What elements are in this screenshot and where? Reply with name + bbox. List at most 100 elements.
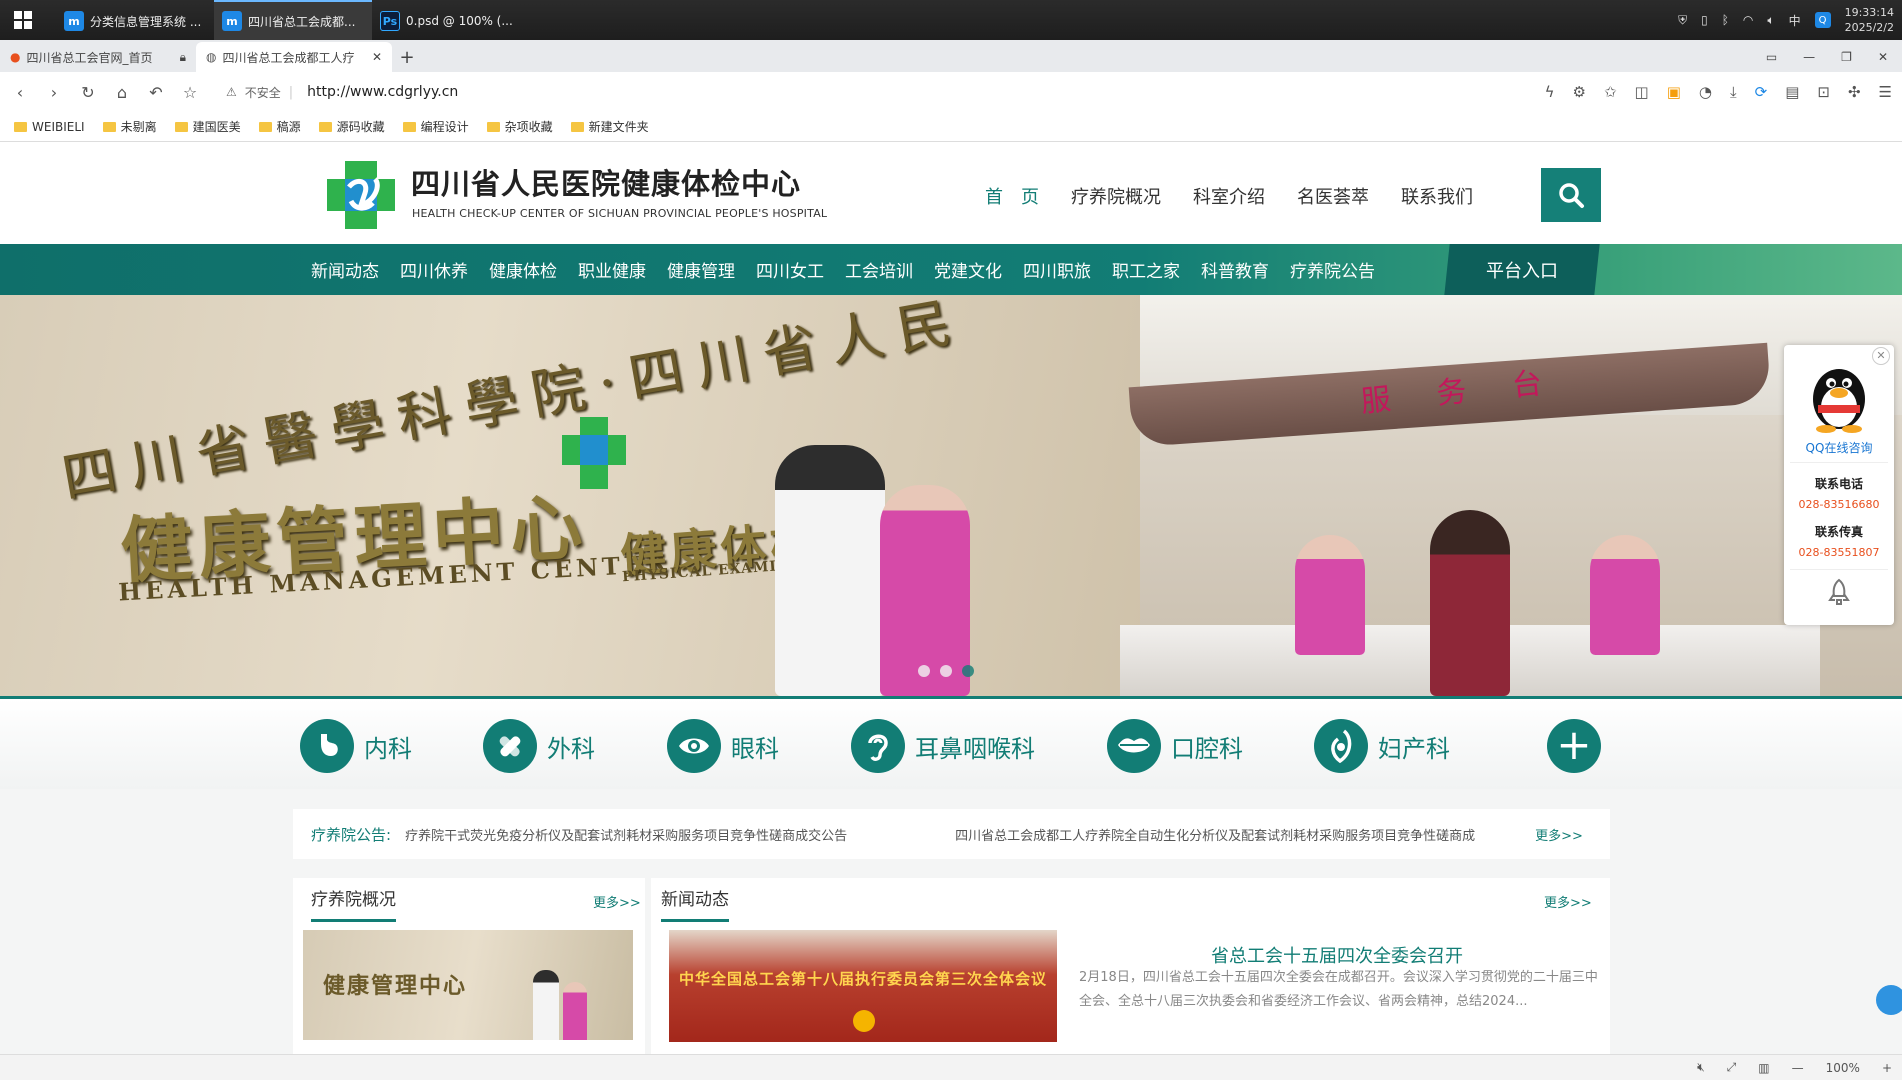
favorites-icon[interactable]: ✩ (1604, 83, 1617, 101)
url-field[interactable]: ⚠ 不安全 | http://www.cdgrlyy.cn (226, 84, 458, 101)
topnav-contact[interactable]: 联系我们 (1401, 183, 1473, 209)
history-icon[interactable]: ◔ (1699, 83, 1712, 101)
nav-science-education[interactable]: 科普教育 (1201, 257, 1269, 282)
browser-tab-active[interactable]: ◍ 四川省总工会成都工人疗 ✕ (196, 42, 392, 72)
search-button[interactable] (1541, 168, 1601, 222)
crop-icon[interactable]: ⊡ (1817, 83, 1830, 101)
new-tab-button[interactable]: + (392, 42, 422, 72)
back-icon[interactable]: ‹ (10, 83, 30, 102)
more-specialties-button[interactable]: + (1547, 719, 1601, 773)
start-button[interactable] (0, 0, 46, 40)
topnav-overview[interactable]: 疗养院概况 (1071, 183, 1161, 209)
bookmark-folder[interactable]: 新建文件夹 (570, 118, 649, 135)
volume-icon[interactable]: 🔈︎ (1767, 13, 1774, 28)
nav-workers-home[interactable]: 职工之家 (1112, 257, 1180, 282)
carousel-dot[interactable] (918, 665, 930, 677)
zoom-level[interactable]: 100% (1826, 1061, 1860, 1075)
news-title[interactable]: 新闻动态 (661, 878, 729, 922)
taskbar-app-1[interactable]: m 分类信息管理系统 ... (56, 0, 214, 40)
specialty-obgyn[interactable]: 妇产科 (1314, 719, 1474, 773)
hero-banner[interactable]: 服务台 四川省醫學科學院·四川省人民 健康管理中心 HEALTH MANAGEM… (0, 295, 1902, 696)
url-text[interactable]: http://www.cdgrlyy.cn (307, 84, 458, 100)
bookmark-folder[interactable]: 编程设计 (402, 118, 469, 135)
close-tab-icon[interactable]: ✕ (372, 50, 382, 64)
minimize-icon[interactable]: — (1803, 50, 1815, 64)
specialty-dental[interactable]: 口腔科 (1107, 719, 1314, 773)
bluetooth-icon[interactable]: ᛒ (1722, 13, 1729, 27)
screenshot-icon[interactable]: ◫ (1635, 83, 1649, 101)
extension-icon[interactable]: ⚙ (1572, 83, 1585, 101)
bookmark-folder[interactable]: 稿源 (258, 118, 301, 135)
zoom-in-icon[interactable]: + (1882, 1061, 1892, 1075)
taskbar-app-2[interactable]: m 四川省总工会成都... (214, 0, 372, 40)
back-to-top-rocket-icon[interactable] (1828, 578, 1850, 606)
nav-occupational-health[interactable]: 职业健康 (578, 257, 646, 282)
nav-checkup[interactable]: 健康体检 (489, 257, 557, 282)
sidebar-toggle-icon[interactable]: ▭ (1766, 50, 1777, 64)
star-icon[interactable]: ☆ (180, 83, 200, 102)
news-headline[interactable]: 省总工会十五届四次全委会召开 (1211, 942, 1463, 968)
announcement-item[interactable]: 疗养院干式荧光免疫分析仪及配套试剂耗材采购服务项目竞争性磋商成交公告 (405, 825, 955, 844)
nav-women-workers[interactable]: 四川女工 (756, 257, 824, 282)
collections-icon[interactable]: ▤ (1785, 83, 1799, 101)
taskbar-app-3[interactable]: Ps 0.psd @ 100% (... (372, 0, 530, 40)
lightning-icon[interactable]: ϟ (1545, 83, 1555, 101)
bookmark-folder[interactable]: 未剔离 (102, 118, 157, 135)
restore-icon[interactable]: ❐ (1841, 50, 1852, 64)
reader-icon[interactable]: ▥ (1758, 1061, 1769, 1075)
carousel-dot[interactable] (940, 665, 952, 677)
puzzle-icon[interactable]: ✣ (1848, 83, 1861, 101)
specialty-ent[interactable]: 耳鼻咽喉科 (851, 719, 1107, 773)
specialty-ophthalmology[interactable]: 眼科 (667, 719, 851, 773)
sync-icon[interactable]: ⟳ (1755, 83, 1768, 101)
reload-icon[interactable]: ↻ (78, 83, 98, 102)
clock[interactable]: 19:33:14 2025/2/2 (1845, 5, 1894, 35)
bookmark-folder[interactable]: WEIBIELI (14, 120, 85, 134)
qq-tray-icon[interactable]: Q (1814, 12, 1831, 28)
specialty-internal[interactable]: 内科 (300, 719, 483, 773)
ime-indicator[interactable]: 中 (1789, 12, 1801, 29)
specialty-surgery[interactable]: 外科 (483, 719, 667, 773)
announcement-more-link[interactable]: 更多>> (1535, 825, 1583, 844)
mute-icon[interactable]: 🔇︎ (1697, 1060, 1705, 1075)
zoom-out-icon[interactable]: — (1792, 1061, 1804, 1075)
qq-penguin-icon[interactable] (1804, 353, 1874, 433)
hospital-logo-icon[interactable] (323, 157, 399, 233)
close-window-icon[interactable]: ✕ (1878, 50, 1888, 64)
nav-union-training[interactable]: 工会培训 (845, 257, 913, 282)
browser-tab[interactable]: ● 四川省总工会官网_首页 🔒︎ (0, 42, 196, 72)
usb-icon[interactable]: ▯ (1701, 13, 1708, 27)
undo-icon[interactable]: ↶ (146, 83, 166, 102)
fullscreen-icon[interactable]: ⤢ (1727, 1060, 1737, 1075)
announcement-item[interactable]: 四川省总工会成都工人疗养院全自动生化分析仪及配套试剂耗材采购服务项目竞争性磋商成 (955, 825, 1525, 844)
menu-icon[interactable]: ☰ (1879, 83, 1892, 101)
topnav-departments[interactable]: 科室介绍 (1193, 183, 1265, 209)
overview-title[interactable]: 疗养院概况 (311, 878, 396, 922)
topnav-doctors[interactable]: 名医荟萃 (1297, 183, 1369, 209)
bookmark-folder[interactable]: 建国医美 (174, 118, 241, 135)
nav-recuperation[interactable]: 四川休养 (400, 257, 468, 282)
close-icon[interactable]: ✕ (1872, 347, 1890, 365)
nav-workers-travel[interactable]: 四川职旅 (1023, 257, 1091, 282)
carousel-dot-active[interactable] (962, 665, 974, 677)
rss-icon[interactable]: ▣ (1667, 83, 1681, 101)
topnav-home[interactable]: 首 页 (985, 183, 1039, 209)
overview-more-link[interactable]: 更多>> (593, 892, 641, 911)
nav-news[interactable]: 新闻动态 (311, 257, 379, 282)
chat-bubble-icon[interactable] (1876, 985, 1902, 1015)
news-image[interactable]: 中华全国总工会第十八届执行委员会第三次全体会议 (669, 930, 1057, 1042)
home-icon[interactable]: ⌂ (112, 83, 132, 102)
qq-consult-label[interactable]: QQ在线咨询 (1784, 439, 1894, 456)
download-icon[interactable]: ⤓ (1730, 83, 1737, 101)
shield-icon[interactable]: ⛨ (1678, 13, 1687, 28)
bookmark-folder[interactable]: 杂项收藏 (486, 118, 553, 135)
nav-party-culture[interactable]: 党建文化 (934, 257, 1002, 282)
bookmark-folder[interactable]: 源码收藏 (318, 118, 385, 135)
news-more-link[interactable]: 更多>> (1544, 892, 1592, 911)
nav-announcements[interactable]: 疗养院公告 (1290, 257, 1375, 282)
forward-icon[interactable]: › (44, 83, 64, 102)
platform-entry-button[interactable]: 平台入口 (1444, 244, 1600, 295)
overview-image[interactable]: 健康管理中心 (303, 930, 633, 1040)
wifi-icon[interactable]: ◠ (1743, 13, 1753, 27)
nav-health-management[interactable]: 健康管理 (667, 257, 735, 282)
